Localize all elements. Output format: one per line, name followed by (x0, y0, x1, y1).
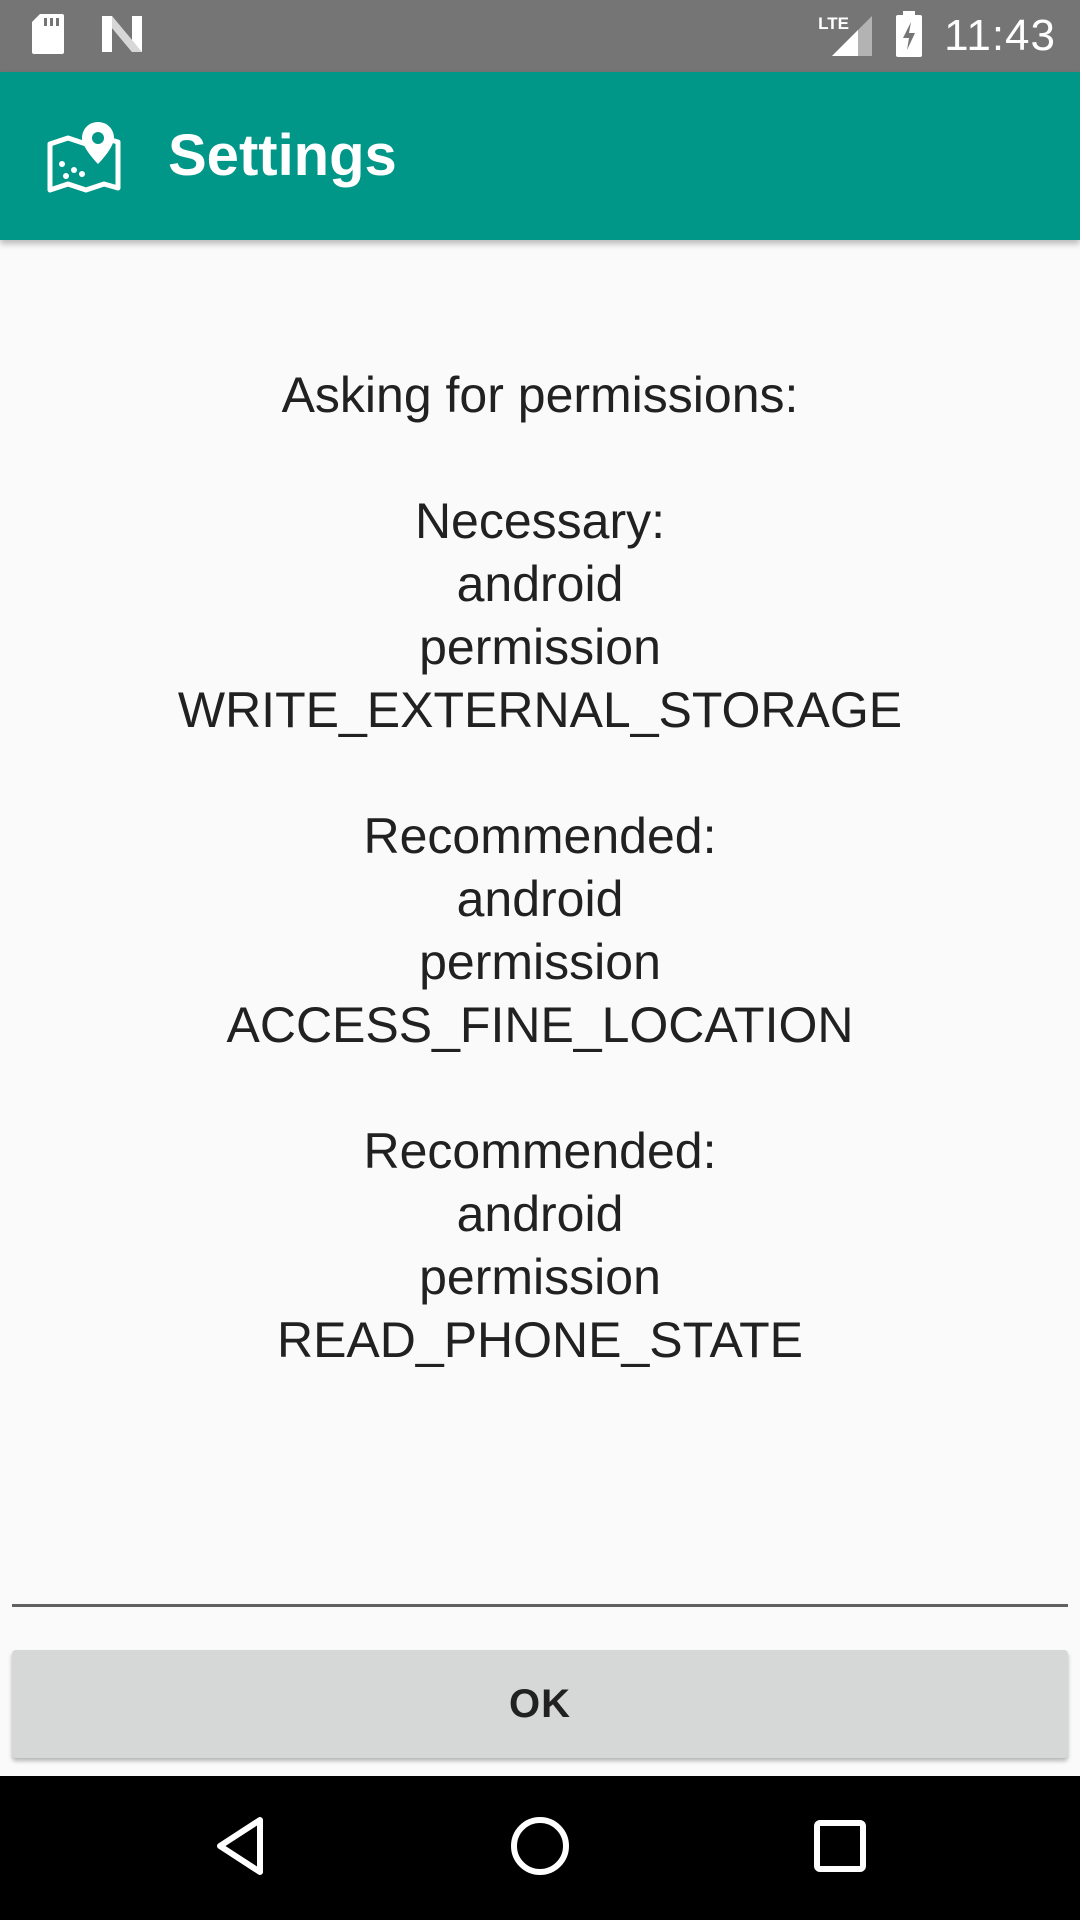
permission-item: Recommended: android permission ACCESS_F… (40, 805, 1040, 1057)
permission-name: WRITE_EXTERNAL_STORAGE (177, 682, 903, 738)
permission-item: Necessary: android permission WRITE_EXTE… (40, 490, 1040, 742)
back-icon (210, 1814, 270, 1883)
clock: 11:43 (944, 11, 1056, 60)
permissions-heading: Asking for permissions: (281, 367, 799, 423)
permission-name: READ_PHONE_STATE (276, 1312, 804, 1368)
battery-charging-icon (894, 10, 924, 63)
permission-prefix: android (456, 871, 624, 927)
map-location-icon (46, 120, 122, 196)
permission-item: Recommended: android permission READ_PHO… (40, 1120, 1040, 1372)
permissions-dialog-content: Asking for permissions: Necessary: andro… (0, 240, 1080, 1600)
back-button[interactable] (190, 1798, 290, 1898)
page-title: Settings (168, 123, 397, 188)
permission-category: Recommended: (363, 1123, 717, 1179)
app-bar: Settings (0, 72, 1080, 240)
permission-prefix: android (456, 556, 624, 612)
home-button[interactable] (490, 1798, 590, 1898)
recents-icon (812, 1818, 868, 1879)
ok-button[interactable]: OK (12, 1650, 1068, 1758)
sd-card-icon (30, 12, 66, 61)
permission-prefix: permission (419, 1249, 661, 1305)
permission-prefix: android (456, 1186, 624, 1242)
permission-category: Necessary: (414, 493, 666, 549)
divider (12, 1604, 1068, 1607)
permission-prefix: permission (419, 619, 661, 675)
network-type-label: LTE (818, 14, 850, 33)
permission-category: Recommended: (363, 808, 717, 864)
recents-button[interactable] (790, 1798, 890, 1898)
navigation-bar (0, 1776, 1080, 1920)
status-bar: LTE 11:43 (0, 0, 1080, 72)
permission-prefix: permission (419, 934, 661, 990)
permission-name: ACCESS_FINE_LOCATION (226, 997, 854, 1053)
permissions-message: Asking for permissions: Necessary: andro… (40, 364, 1040, 1372)
lte-signal-icon: LTE (818, 12, 874, 60)
home-icon (508, 1814, 572, 1883)
n-logo-icon (100, 14, 144, 59)
